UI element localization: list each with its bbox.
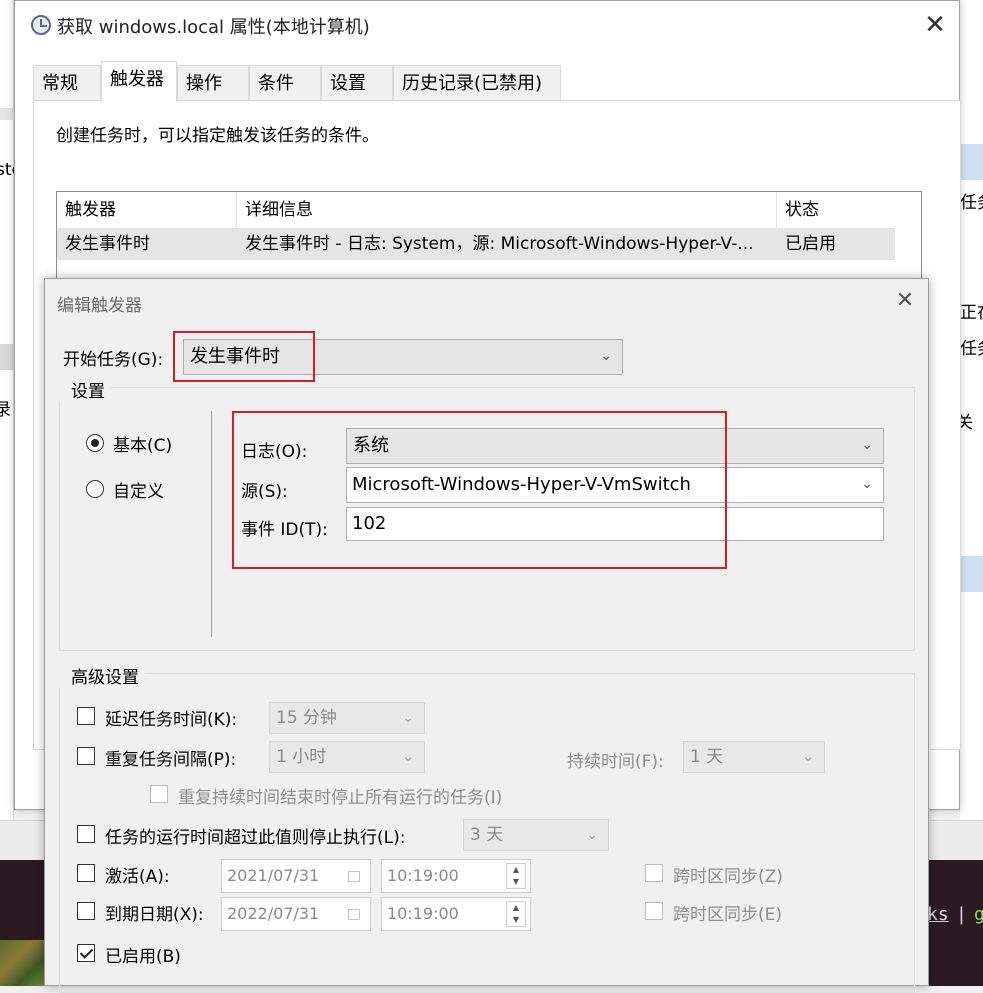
trigger-cell: 发生事件时 (65, 234, 150, 254)
stop-if-checkbox[interactable] (77, 825, 95, 843)
sync-timezone-e-label: 跨时区同步(E) (673, 905, 783, 925)
edit-trigger-dialog: 编辑触发器 ✕ 开始任务(G): 发生事件时 ⌄ 设置 基本(C) 自定义 日志… (44, 278, 929, 993)
dialog-title: 编辑触发器 (57, 296, 142, 316)
radio-custom[interactable] (86, 480, 104, 498)
background-selection-band (960, 556, 983, 592)
background-right-snippet: 正在 (960, 303, 983, 323)
background-picture (0, 940, 44, 986)
status-cell: 已启用 (785, 234, 836, 254)
repeat-checkbox[interactable] (77, 747, 95, 765)
tab-actions[interactable]: 操作 (177, 65, 249, 101)
window-title: 获取 windows.local 属性(本地计算机) (57, 17, 370, 38)
chevron-down-icon: ⌄ (861, 437, 873, 453)
calendar-icon (348, 871, 360, 882)
tab-triggers[interactable]: 触发器 (101, 61, 177, 102)
duration-value: 1 天 (690, 747, 724, 767)
activate-time-spinner[interactable]: ▲ ▼ (506, 863, 526, 889)
duration-dropdown[interactable]: 1 天 ⌄ (683, 741, 825, 773)
expire-time-spinner[interactable]: ▲ ▼ (506, 901, 526, 927)
background-left-band (0, 344, 14, 370)
stop-if-label[interactable]: 任务的运行时间超过此值则停止执行(L): (105, 823, 405, 848)
close-icon[interactable]: ✕ (923, 12, 947, 38)
chevron-down-icon: ⌄ (402, 749, 414, 765)
stop-if-value: 3 天 (470, 825, 504, 845)
duration-label: 持续时间(F): (567, 752, 664, 772)
settings-divider (211, 411, 212, 637)
terminal-link: ks (927, 904, 949, 925)
calendar-icon (348, 909, 360, 920)
delay-value: 15 分钟 (276, 708, 338, 728)
chevron-down-icon: ⌄ (802, 749, 814, 765)
highlight-box-event (232, 411, 727, 569)
delay-dropdown[interactable]: 15 分钟 ⌄ (269, 702, 425, 734)
activate-time-field[interactable]: 10:19:00 ▲ ▼ (381, 859, 531, 893)
delay-checkbox[interactable] (77, 707, 95, 725)
column-header-details[interactable]: 详细信息 (237, 192, 777, 228)
chevron-down-icon: ⌄ (402, 710, 414, 726)
stop-if-dropdown[interactable]: 3 天 ⌄ (463, 819, 609, 851)
enabled-checkbox[interactable] (77, 944, 95, 962)
activate-checkbox[interactable] (77, 864, 95, 882)
activate-date-picker[interactable]: 2021/07/31 (221, 859, 371, 893)
spin-up-icon[interactable]: ▲ (507, 902, 525, 914)
tab-conditions[interactable]: 条件 (249, 65, 321, 101)
expire-checkbox[interactable] (77, 902, 95, 920)
column-header-status[interactable]: 状态 (777, 192, 895, 228)
radio-custom-label[interactable]: 自定义 (113, 477, 164, 502)
background-left-strip (0, 0, 14, 860)
activate-label[interactable]: 激活(A): (105, 862, 170, 887)
background-right-snippet: 任务 (960, 193, 983, 213)
sync-timezone-z-label: 跨时区同步(Z) (673, 867, 783, 887)
advanced-settings-title: 高级设置 (59, 663, 145, 688)
radio-basic[interactable] (86, 434, 104, 452)
start-task-label: 开始任务(G): (63, 350, 164, 370)
table-row[interactable]: 发生事件时 发生事件时 - 日志: System，源: Microsoft-Wi… (57, 228, 895, 260)
activate-date-value: 2021/07/31 (227, 866, 320, 885)
tab-general[interactable]: 常规 (33, 65, 101, 101)
spin-down-icon[interactable]: ▼ (507, 876, 525, 888)
repeat-dropdown[interactable]: 1 小时 ⌄ (269, 741, 425, 773)
task-scheduler-icon (31, 15, 51, 35)
column-header-trigger[interactable]: 触发器 (57, 192, 237, 228)
delay-label[interactable]: 延迟任务时间(K): (105, 705, 237, 730)
terminal-text: g (974, 904, 983, 925)
settings-group-title: 设置 (59, 377, 111, 402)
expire-time-field[interactable]: 10:19:00 ▲ ▼ (381, 897, 531, 931)
terminal-separator: | (956, 904, 967, 925)
expire-date-picker[interactable]: 2022/07/31 (221, 897, 371, 931)
spin-up-icon[interactable]: ▲ (507, 864, 525, 876)
sync-timezone-z-checkbox[interactable] (645, 864, 663, 882)
title-bar: 获取 windows.local 属性(本地计算机) ✕ (15, 1, 959, 49)
chevron-down-icon: ⌄ (586, 827, 598, 843)
expire-date-value: 2022/07/31 (227, 904, 320, 923)
tab-history[interactable]: 历史记录(已禁用) (393, 65, 561, 101)
highlight-box-start-task (173, 331, 315, 382)
radio-basic-label[interactable]: 基本(C) (113, 431, 172, 456)
background-left-snippet: ste (0, 160, 14, 180)
chevron-down-icon: ⌄ (861, 476, 873, 492)
sync-timezone-e-checkbox[interactable] (645, 902, 663, 920)
stop-all-checkbox[interactable] (150, 785, 168, 803)
background-right-snippet: 任务 (960, 339, 983, 359)
activate-time-value: 10:19:00 (387, 866, 459, 885)
tab-settings[interactable]: 设置 (321, 65, 393, 101)
background-left-band (0, 108, 14, 120)
trigger-list-header: 触发器 详细信息 状态 (57, 192, 895, 228)
chevron-down-icon: ⌄ (600, 348, 612, 364)
triggers-hint: 创建任务时，可以指定触发该任务的条件。 (56, 126, 379, 146)
detail-cell: 发生事件时 - 日志: System，源: Microsoft-Windows-… (245, 234, 754, 254)
spin-down-icon[interactable]: ▼ (507, 914, 525, 926)
repeat-value: 1 小时 (276, 747, 327, 767)
expire-time-value: 10:19:00 (387, 904, 459, 923)
enabled-label[interactable]: 已启用(B) (105, 942, 181, 967)
trigger-list[interactable]: 触发器 详细信息 状态 发生事件时 发生事件时 - 日志: System，源: … (56, 191, 922, 281)
background-left-snippet: 录 (0, 400, 11, 420)
background-selection-band (960, 144, 983, 180)
repeat-label[interactable]: 重复任务间隔(P): (105, 745, 236, 770)
close-icon[interactable]: ✕ (893, 289, 917, 313)
stop-all-label: 重复持续时间结束时停止所有运行的任务(I) (178, 788, 503, 808)
expire-label[interactable]: 到期日期(X): (105, 900, 204, 925)
